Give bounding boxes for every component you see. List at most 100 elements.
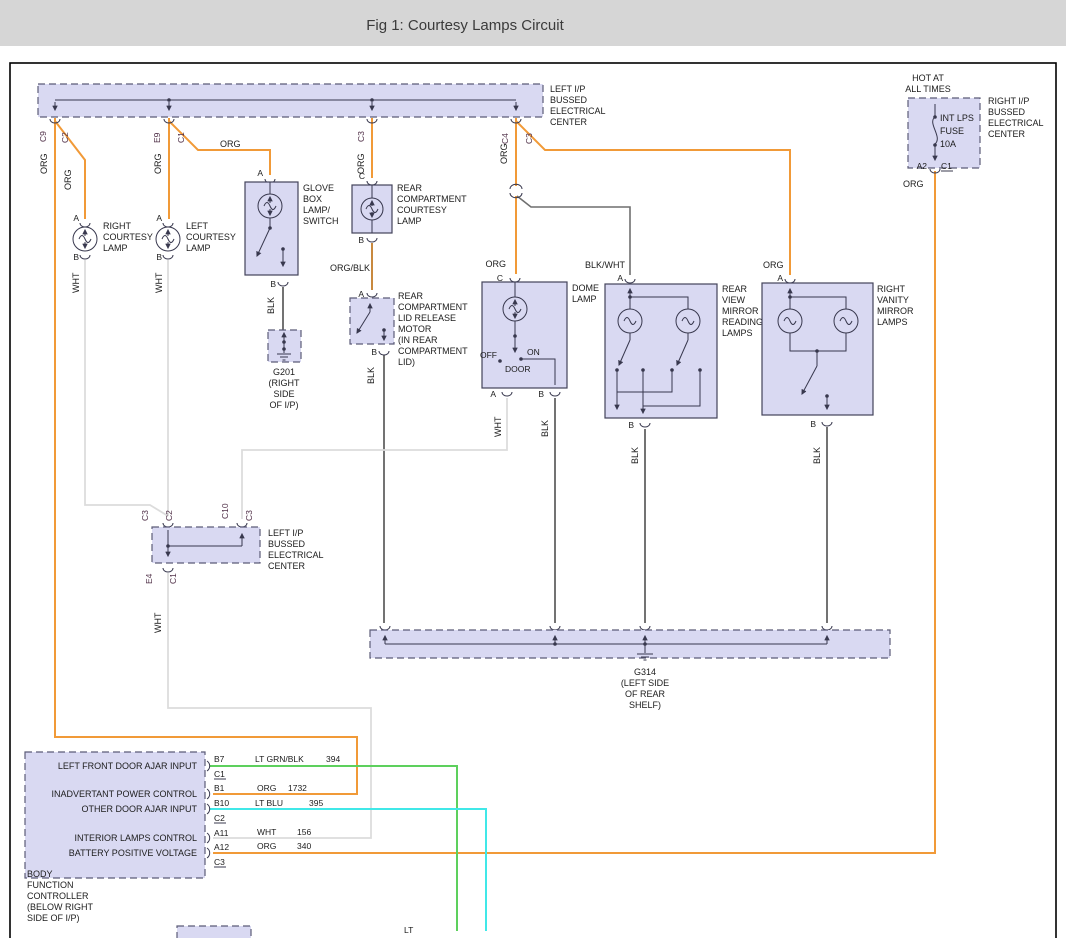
component-label: READING: [722, 317, 763, 327]
connector-c1: C1: [214, 769, 225, 779]
wire-color: ORG: [257, 783, 276, 793]
connector-c3: C3: [140, 510, 150, 521]
component-label: LEFT: [186, 221, 209, 231]
pin-a2: A2: [917, 161, 928, 171]
all-times-label: ALL TIMES: [905, 84, 951, 94]
connector-c1: C1: [176, 132, 186, 143]
wire-tag-org: ORG: [499, 143, 509, 164]
right-bec-label: CENTER: [988, 129, 1026, 139]
pin-b: B: [358, 235, 364, 245]
component-label: LID RELEASE: [398, 313, 456, 323]
g201-label: SIDE: [273, 389, 294, 399]
bfc-input: INTERIOR LAMPS CONTROL: [74, 833, 197, 843]
wire-tag-wht: WHT: [154, 272, 164, 293]
bfc-input: LEFT FRONT DOOR AJAR INPUT: [58, 761, 198, 771]
connector-c9: C9: [38, 131, 48, 142]
right-bec-label: BUSSED: [988, 107, 1026, 117]
g314-label: SHELF): [629, 700, 661, 710]
g201-label: G201: [273, 367, 295, 377]
pin-a11: A11: [214, 828, 229, 838]
bfc-label: SIDE OF I/P): [27, 913, 80, 923]
pin-b: B: [270, 279, 276, 289]
wire-color: ORG: [257, 841, 276, 851]
right-bec-label: ELECTRICAL: [988, 118, 1044, 128]
partial-box: [177, 926, 251, 938]
wire-tag-blk: BLK: [266, 297, 276, 314]
connector-c2: C2: [164, 510, 174, 521]
dome-door-label: DOOR: [505, 364, 531, 374]
component-label: COMPARTMENT: [398, 346, 468, 356]
component-label: COURTESY: [103, 232, 153, 242]
mid-bec-label: CENTER: [268, 561, 306, 571]
component-label: COURTESY: [397, 205, 447, 215]
component-label: RIGHT: [103, 221, 132, 231]
pin-c: C: [359, 171, 365, 181]
bfc-label: BODY: [27, 869, 53, 879]
component-label: LID): [398, 357, 415, 367]
page-title: Fig 1: Courtesy Lamps Circuit: [366, 17, 564, 34]
component-label: LAMPS: [877, 317, 908, 327]
header: Fig 1: Courtesy Lamps Circuit: [0, 0, 1066, 46]
wire-circuit: 395: [309, 798, 323, 808]
wire-circuit: 1732: [288, 783, 307, 793]
connector-c3: C3: [214, 857, 225, 867]
connector-c3: C3: [356, 131, 366, 142]
wire-tag-org: ORG: [485, 259, 506, 269]
connector-c1: C1: [941, 161, 952, 171]
wire-tag-org: ORG: [153, 153, 163, 174]
pin-a12: A12: [214, 842, 229, 852]
connector-c1: C1: [168, 573, 178, 584]
g201-label: (RIGHT: [269, 378, 300, 388]
wire-tag-blk: BLK: [630, 447, 640, 464]
connector-c3b: C3: [524, 133, 534, 144]
pin-b: B: [73, 252, 79, 262]
lid-motor-box: [350, 298, 394, 344]
fuse-name: FUSE: [940, 126, 964, 136]
pin-a: A: [617, 273, 623, 283]
wire-circuit: 394: [326, 754, 340, 764]
wire-circuit: 156: [297, 827, 311, 837]
pin-a: A: [257, 168, 263, 178]
wire-tag-wht: WHT: [493, 416, 503, 437]
hot-at-label: HOT AT: [912, 73, 944, 83]
top-bec-label: CENTER: [550, 117, 588, 127]
component-label: RIGHT: [877, 284, 906, 294]
wire-tag-org: ORG: [220, 139, 241, 149]
wire-tag-blk: BLK: [540, 420, 550, 437]
component-label: LAMPS: [722, 328, 753, 338]
right-bec-label: RIGHT I/P: [988, 96, 1029, 106]
connector-c10: C10: [220, 503, 230, 519]
component-label: REAR: [722, 284, 748, 294]
connector-e4: E4: [144, 573, 154, 584]
component-label: MIRROR: [877, 306, 914, 316]
component-label: COMPARTMENT: [397, 194, 467, 204]
component-label: LAMP: [572, 294, 597, 304]
wire-tag-blk: BLK: [812, 447, 822, 464]
component-label: REAR: [397, 183, 423, 193]
g314-label: G314: [634, 667, 656, 677]
bfc-input: BATTERY POSITIVE VOLTAGE: [69, 848, 197, 858]
fuse-name: 10A: [940, 139, 956, 149]
pin-b: B: [156, 252, 162, 262]
wire-color: WHT: [257, 827, 276, 837]
component-label: GLOVE: [303, 183, 334, 193]
component-label: REAR: [398, 291, 424, 301]
component-label: COMPARTMENT: [398, 302, 468, 312]
pin-b: B: [810, 419, 816, 429]
fuse-name: INT LPS: [940, 113, 974, 123]
component-label: SWITCH: [303, 216, 339, 226]
connector-c4: C4: [500, 133, 510, 144]
bfc-label: FUNCTION: [27, 880, 74, 890]
component-label: BOX: [303, 194, 322, 204]
connector-e9: E9: [152, 132, 162, 143]
component-label: (IN REAR: [398, 335, 438, 345]
dome-on-label: ON: [527, 347, 540, 357]
wire-tag-wht: WHT: [71, 272, 81, 293]
connector-c2: C2: [214, 813, 225, 823]
component-label: LAMP: [186, 243, 211, 253]
g314-label: OF REAR: [625, 689, 666, 699]
pin-b: B: [628, 420, 634, 430]
component-label: LAMP: [397, 216, 422, 226]
top-bec-label: ELECTRICAL: [550, 106, 606, 116]
wire-tag-org: ORG: [63, 169, 73, 190]
